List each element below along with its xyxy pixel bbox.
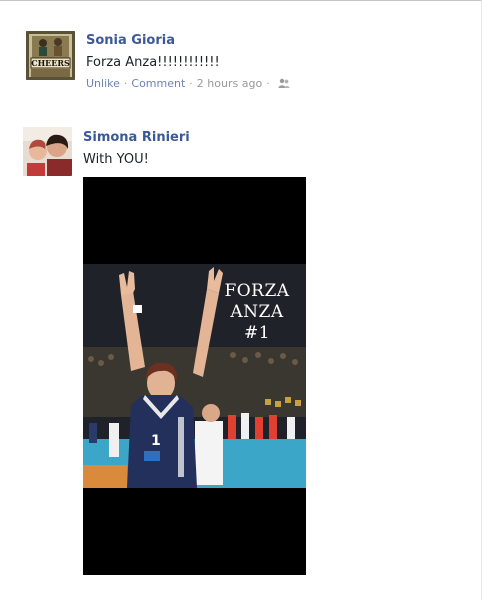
- friends-privacy-icon[interactable]: [278, 78, 290, 89]
- comment-link[interactable]: Comment: [131, 77, 185, 90]
- news-feed: CHEERS Sonia Gioria Forza Anza!!!!!!!!!!…: [0, 0, 482, 600]
- separator: ·: [123, 77, 128, 90]
- comment-actions: Unlike · Comment · 2 hours ago ·: [86, 77, 290, 90]
- avatar-image: [23, 127, 72, 176]
- comment-text: With YOU!: [83, 152, 149, 167]
- caption-line-1: FORZA: [224, 281, 290, 301]
- attached-photo[interactable]: 1 FORZA ANZA #1: [83, 177, 306, 575]
- author-name[interactable]: Simona Rinieri: [83, 130, 190, 145]
- top-divider: [0, 0, 482, 1]
- author-name[interactable]: Sonia Gioria: [86, 33, 175, 48]
- jersey-number: 1: [151, 433, 161, 449]
- avatar[interactable]: CHEERS: [26, 31, 75, 80]
- separator: ·: [266, 77, 270, 90]
- caption-line-2: ANZA #1: [230, 302, 284, 343]
- timestamp[interactable]: 2 hours ago: [197, 77, 262, 90]
- avatar-image: CHEERS: [26, 31, 75, 80]
- photo-caption: FORZA ANZA #1: [217, 281, 297, 344]
- avatar-sign-text: CHEERS: [31, 58, 70, 68]
- comment-text: Forza Anza!!!!!!!!!!!!: [86, 55, 220, 70]
- separator: ·: [189, 77, 193, 90]
- unlike-link[interactable]: Unlike: [86, 77, 120, 90]
- avatar[interactable]: [23, 127, 72, 176]
- photo-image: 1: [83, 177, 306, 575]
